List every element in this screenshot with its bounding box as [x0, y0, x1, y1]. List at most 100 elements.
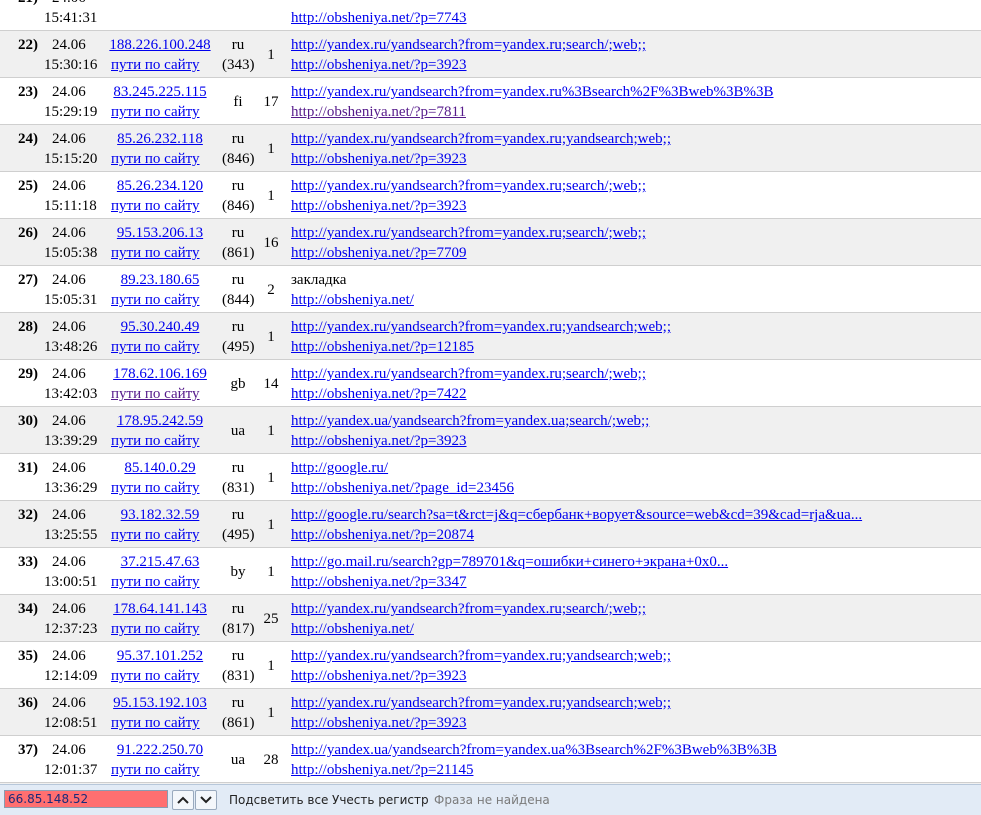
visitor-count: (817) — [222, 621, 255, 637]
ip-link[interactable]: 85.140.0.29 — [104, 458, 216, 478]
site-paths-link[interactable]: пути по сайту — [111, 384, 200, 404]
hit-count: 1 — [267, 141, 275, 157]
row-number: 22) — [18, 37, 38, 53]
hit-count: 1 — [267, 47, 275, 63]
landing-page-link[interactable]: http://obsheniya.net/?p=20874 — [291, 525, 474, 545]
table-row: 29) 24.06 13:42:03 178.62.106.169 пути по са… — [0, 360, 981, 407]
landing-page-link[interactable]: http://obsheniya.net/?p=3923 — [291, 431, 467, 451]
visit-time: 12:37:23 — [44, 621, 98, 637]
landing-page-link[interactable]: http://obsheniya.net/ — [291, 290, 414, 310]
landing-page-link[interactable]: http://obsheniya.net/ — [291, 619, 414, 639]
site-paths-link[interactable]: пути по сайту — [111, 619, 200, 639]
site-paths-link[interactable]: пути по сайту — [111, 713, 200, 733]
referrer-link[interactable]: http://yandex.ua/yandsearch?from=yandex.… — [291, 740, 777, 760]
ip-link[interactable]: 178.62.106.169 — [104, 364, 216, 384]
referrer-link[interactable]: http://yandex.ru/yandsearch?from=yandex.… — [291, 599, 646, 619]
table-row: 30) 24.06 13:39:29 178.95.242.59 пути по сай… — [0, 407, 981, 454]
table-row: 36) 24.06 12:08:51 95.153.192.103 пути по са… — [0, 689, 981, 736]
ip-link[interactable]: 89.23.180.65 — [104, 270, 216, 290]
landing-page-link[interactable]: http://obsheniya.net/?p=3923 — [291, 713, 467, 733]
landing-page-link[interactable]: http://obsheniya.net/?p=7743 — [291, 8, 467, 28]
ip-link[interactable]: 37.215.47.63 — [104, 552, 216, 572]
visit-time: 12:01:37 — [44, 762, 98, 778]
landing-page-link[interactable]: http://obsheniya.net/?p=3923 — [291, 149, 467, 169]
ip-link[interactable]: 93.182.32.59 — [104, 505, 216, 525]
landing-page-link[interactable]: http://obsheniya.net/?p=21145 — [291, 760, 473, 780]
ip-link[interactable]: 178.95.242.59 — [104, 411, 216, 431]
ip-link[interactable]: 95.153.192.103 — [104, 693, 216, 713]
table-row: 31) 24.06 13:36:29 85.140.0.29 пути по сайту… — [0, 454, 981, 501]
ip-link[interactable]: 188.226.100.248 — [104, 35, 216, 55]
visitor-count: (343) — [222, 57, 255, 73]
visit-date: 24.06 — [52, 37, 86, 53]
site-paths-link[interactable]: пути по сайту — [111, 55, 200, 75]
referrer-link[interactable]: http://google.ru/search?sa=t&rct=j&q=сбе… — [291, 505, 862, 525]
site-paths-link[interactable]: пути по сайту — [111, 243, 200, 263]
referrer-link[interactable]: http://yandex.ru/yandsearch?from=yandex.… — [291, 364, 646, 384]
row-number: 34) — [18, 601, 38, 617]
landing-page-link[interactable]: http://obsheniya.net/?page_id=23456 — [291, 478, 514, 498]
hit-count: 1 — [267, 564, 275, 580]
ip-link[interactable]: 95.37.101.252 — [104, 646, 216, 666]
site-paths-link[interactable]: пути по сайту — [111, 337, 200, 357]
site-paths-link[interactable]: пути по сайту — [111, 525, 200, 545]
ip-link[interactable]: 85.26.234.120 — [104, 176, 216, 196]
landing-page-link[interactable]: http://obsheniya.net/?p=7422 — [291, 384, 467, 404]
referrer-link[interactable]: http://yandex.ru/yandsearch?from=yandex.… — [291, 82, 774, 102]
landing-page-link[interactable]: http://obsheniya.net/?p=3347 — [291, 572, 467, 592]
landing-page-link[interactable]: http://obsheniya.net/?p=12185 — [291, 337, 474, 357]
referrer-link[interactable]: http://yandex.ua/yandsearch?from=yandex.… — [291, 411, 649, 431]
referrer-link[interactable]: http://yandex.ru/yandsearch?from=yandex.… — [291, 646, 671, 666]
landing-page-link[interactable]: http://obsheniya.net/?p=3923 — [291, 55, 467, 75]
visit-time: 15:29:19 — [44, 104, 98, 120]
visit-time: 15:05:38 — [44, 245, 98, 261]
row-number: 36) — [18, 695, 38, 711]
ip-link[interactable]: 178.64.141.143 — [104, 599, 216, 619]
visit-date: 24.06 — [52, 319, 86, 335]
table-row: 21) 24.06 15:41:31 http://obsheniya.net/?p=… — [0, 0, 981, 31]
site-paths-link[interactable]: пути по сайту — [111, 196, 200, 216]
ip-link[interactable]: 91.222.250.70 — [104, 740, 216, 760]
match-case-button[interactable]: Учесть регистр — [332, 792, 429, 808]
country-code: ru — [231, 695, 245, 711]
hit-count: 1 — [267, 705, 275, 721]
visit-date: 24.06 — [52, 648, 86, 664]
ip-link[interactable]: 95.30.240.49 — [104, 317, 216, 337]
referrer-link[interactable]: http://yandex.ru/yandsearch?from=yandex.… — [291, 129, 671, 149]
find-next-button[interactable] — [195, 790, 217, 810]
visit-time: 15:30:16 — [44, 57, 98, 73]
ip-link[interactable]: 83.245.225.115 — [104, 82, 216, 102]
site-paths-link[interactable]: пути по сайту — [111, 666, 200, 686]
table-row: 25) 24.06 15:11:18 85.26.234.120 пути по сай… — [0, 172, 981, 219]
country-code: ru — [231, 178, 245, 194]
site-paths-link[interactable]: пути по сайту — [111, 102, 200, 122]
referrer-link[interactable]: http://yandex.ru/yandsearch?from=yandex.… — [291, 35, 646, 55]
find-input[interactable] — [4, 790, 168, 808]
ip-link[interactable]: 95.153.206.13 — [104, 223, 216, 243]
referrer-link[interactable]: http://yandex.ru/yandsearch?from=yandex.… — [291, 176, 646, 196]
referrer-link[interactable]: http://yandex.ru/yandsearch?from=yandex.… — [291, 317, 671, 337]
landing-page-link[interactable]: http://obsheniya.net/?p=7811 — [291, 102, 466, 122]
table-row: 22) 24.06 15:30:16 188.226.100.248 пути по с… — [0, 31, 981, 78]
highlight-all-button[interactable]: Подсветить все — [229, 792, 328, 808]
landing-page-link[interactable]: http://obsheniya.net/?p=7709 — [291, 243, 467, 263]
site-paths-link[interactable]: пути по сайту — [111, 149, 200, 169]
referrer-link[interactable]: http://google.ru/ — [291, 458, 388, 478]
row-number: 23) — [18, 84, 38, 100]
site-paths-link[interactable]: пути по сайту — [111, 431, 200, 451]
landing-page-link[interactable]: http://obsheniya.net/?p=3923 — [291, 666, 467, 686]
landing-page-link[interactable]: http://obsheniya.net/?p=3923 — [291, 196, 467, 216]
referrer-link[interactable]: http://go.mail.ru/search?gp=789701&q=оши… — [291, 552, 728, 572]
site-paths-link[interactable]: пути по сайту — [111, 478, 200, 498]
ip-link[interactable]: 85.26.232.118 — [104, 129, 216, 149]
referrer-link[interactable]: http://yandex.ru/yandsearch?from=yandex.… — [291, 693, 671, 713]
site-paths-link[interactable]: пути по сайту — [111, 572, 200, 592]
site-paths-link[interactable]: пути по сайту — [111, 290, 200, 310]
visit-date: 24.06 — [52, 84, 86, 100]
referrer-link[interactable]: http://yandex.ru/yandsearch?from=yandex.… — [291, 223, 646, 243]
country-code: ua — [230, 423, 246, 439]
find-previous-button[interactable] — [172, 790, 194, 810]
site-paths-link[interactable]: пути по сайту — [111, 760, 200, 780]
table-row: 35) 24.06 12:14:09 95.37.101.252 пути по сай… — [0, 642, 981, 689]
row-number: 24) — [18, 131, 38, 147]
